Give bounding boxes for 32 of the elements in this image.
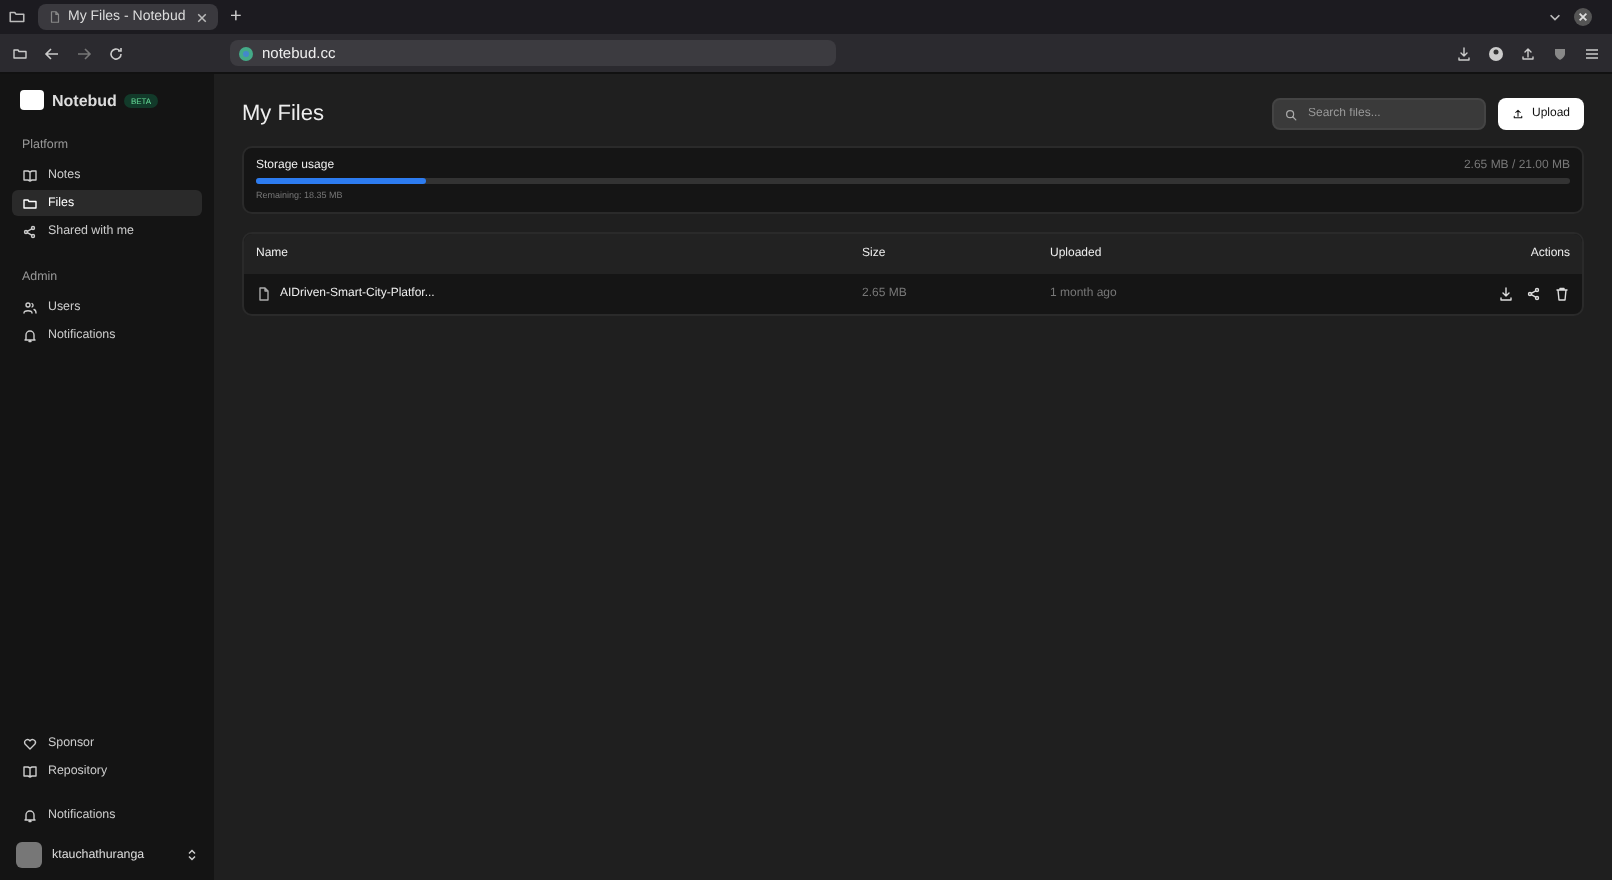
upload-icon: [1511, 108, 1524, 120]
back-icon[interactable]: [44, 45, 60, 61]
bell-icon: [22, 807, 38, 823]
new-tab-button[interactable]: +: [230, 6, 242, 28]
heart-icon: [22, 735, 38, 751]
folder-icon: [22, 195, 38, 211]
share-icon: [1526, 286, 1542, 302]
share-icon: [22, 223, 38, 239]
reload-icon[interactable]: [108, 45, 124, 61]
book-icon: [22, 763, 38, 779]
search-icon: [1283, 107, 1298, 121]
bell-icon: [22, 327, 38, 343]
site-icon: [238, 45, 254, 61]
brand-name: Notebud: [52, 91, 117, 109]
users-icon: [22, 299, 38, 315]
forward-icon[interactable]: [76, 45, 92, 61]
close-icon[interactable]: [1574, 8, 1592, 26]
chevron-up-down-icon[interactable]: [186, 848, 198, 862]
trash-icon: [1554, 286, 1570, 302]
book-icon: [22, 167, 38, 183]
page-icon: [48, 10, 62, 24]
download-icon: [1498, 286, 1514, 302]
account-icon[interactable]: [1488, 45, 1504, 61]
menu-icon[interactable]: [1584, 45, 1600, 61]
shield-icon[interactable]: [1552, 45, 1568, 61]
file-icon: [256, 286, 272, 302]
chevron-down-icon[interactable]: [1548, 10, 1562, 24]
logo-icon: [20, 90, 44, 110]
close-icon[interactable]: [196, 11, 208, 23]
page-title: My Files: [242, 102, 326, 126]
avatar[interactable]: [16, 842, 42, 868]
download-icon: [1456, 45, 1472, 61]
